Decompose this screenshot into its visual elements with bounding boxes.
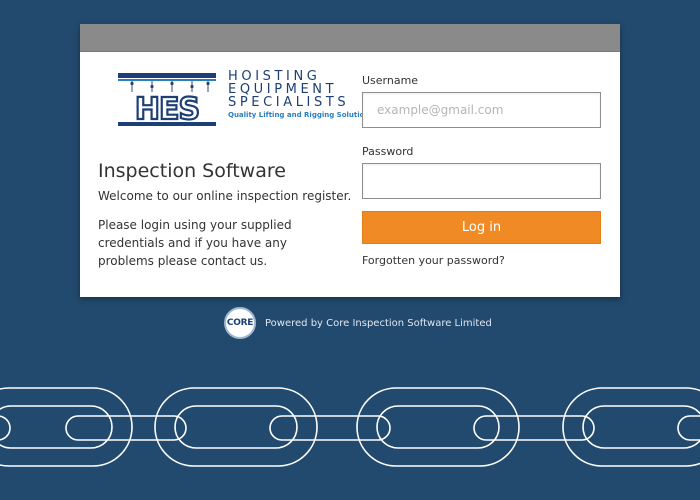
company-logo: HES HOISTING EQUIPMENT SPECIALISTS Quali… bbox=[118, 70, 374, 128]
username-input[interactable] bbox=[362, 92, 601, 128]
username-label: Username bbox=[362, 74, 419, 87]
logo-letters: HES bbox=[135, 92, 199, 126]
forgot-password-link[interactable]: Forgotten your password? bbox=[362, 254, 505, 267]
logo-tagline: Quality Lifting and Rigging Solutions bbox=[228, 111, 374, 119]
card-header-bar bbox=[80, 24, 620, 52]
login-card: HES HOISTING EQUIPMENT SPECIALISTS Quali… bbox=[80, 24, 620, 297]
password-label: Password bbox=[362, 145, 414, 158]
core-badge-text: CORE bbox=[226, 318, 254, 328]
hes-logo-icon: HES bbox=[118, 73, 216, 128]
instructions-text: Please login using your supplied credent… bbox=[98, 218, 292, 268]
powered-by: CORE Powered by Core Inspection Software… bbox=[224, 306, 492, 340]
chain-links-icon bbox=[0, 387, 700, 467]
welcome-text: Welcome to our online inspection registe… bbox=[98, 189, 352, 203]
password-input[interactable] bbox=[362, 163, 601, 199]
page-title: Inspection Software bbox=[98, 160, 286, 182]
core-logo-icon: CORE bbox=[224, 307, 256, 339]
logo-wordmark: HOISTING EQUIPMENT SPECIALISTS Quality L… bbox=[228, 70, 374, 119]
login-button[interactable]: Log in bbox=[362, 211, 601, 244]
logo-line-specialists: SPECIALISTS bbox=[228, 95, 350, 110]
powered-by-text[interactable]: Powered by Core Inspection Software Limi… bbox=[265, 318, 492, 329]
